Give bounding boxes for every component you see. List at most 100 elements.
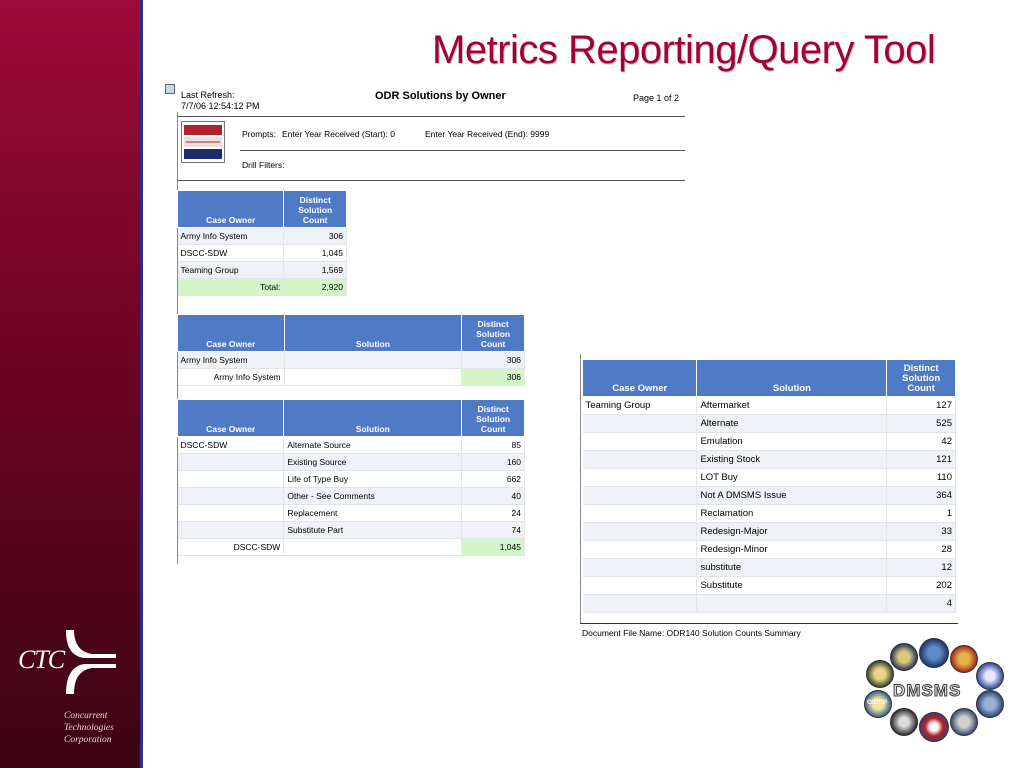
case-owner-cell: Teaming Group <box>177 261 285 279</box>
army-table: Case Owner Solution Distinct Solution Co… <box>177 314 525 386</box>
solution-cell: Alternate <box>696 414 888 433</box>
last-refresh-label: Last Refresh: <box>181 90 235 100</box>
ctc-logo-text: CTC <box>18 645 65 674</box>
table-row: Reclamation 1 <box>582 504 956 523</box>
table-row: Emulation 42 <box>582 432 956 451</box>
subtotal-value: 1,045 <box>461 538 525 556</box>
case-owner-cell: DSCC-SDW <box>177 244 285 262</box>
gidep-seal-icon: GIDEP <box>864 690 892 718</box>
count-cell: 306 <box>283 227 347 245</box>
solution-cell: Reclamation <box>696 504 888 523</box>
subtotal-row: DSCC-SDW 1,045 <box>177 538 525 556</box>
count-cell: 1,045 <box>283 244 347 262</box>
col-case-owner: Case Owner <box>581 359 698 397</box>
teaming-table: Case Owner Solution Distinct Solution Co… <box>581 359 956 613</box>
expand-icon[interactable] <box>165 84 175 94</box>
count-cell: 525 <box>886 414 956 433</box>
table-row: Not A DMSMS Issue 364 <box>582 486 956 505</box>
table-row: substitute 12 <box>582 558 956 577</box>
case-owner-cell <box>582 414 698 433</box>
solution-cell: Not A DMSMS Issue <box>696 486 888 505</box>
dmsms-banner-text: DMSMS <box>892 681 962 701</box>
table-row: Other - See Comments 40 <box>177 487 525 505</box>
case-owner-cell <box>582 450 698 469</box>
company-name-line3: Corporation <box>64 735 112 745</box>
prompts-row: Prompts: Enter Year Received (Start): 0 En… <box>242 129 579 139</box>
col-distinct-count: Distinct Solution Count <box>461 314 525 352</box>
count-cell: 85 <box>461 436 525 454</box>
total-label: Total: <box>177 278 285 296</box>
solution-cell: LOT Buy <box>696 468 888 487</box>
solution-cell: Other - See Comments <box>283 487 463 505</box>
slide-title: Metrics Reporting/Query Tool <box>432 28 936 72</box>
case-owner-cell <box>582 522 698 541</box>
navy-seal-icon <box>890 643 918 671</box>
count-cell: 4 <box>886 594 956 613</box>
table-row: Redesign-Minor 28 <box>582 540 956 559</box>
case-owner-cell <box>582 558 698 577</box>
count-cell: 33 <box>886 522 956 541</box>
count-cell: 74 <box>461 521 525 539</box>
army-seal-icon <box>866 660 894 688</box>
document-file-name: Document File Name: ODR140 Solution Coun… <box>582 628 801 638</box>
dmsms-report-logo <box>181 121 225 163</box>
col-case-owner: Case Owner <box>176 399 285 437</box>
case-owner-cell <box>582 594 698 613</box>
subtotal-label: Army Info System <box>177 368 285 386</box>
prompt-start-year: Enter Year Received (Start): 0 <box>282 129 395 139</box>
count-cell: 24 <box>461 504 525 522</box>
summary-header-row: Case Owner Distinct Solution Count <box>176 190 347 228</box>
col-distinct-count: Distinct Solution Count <box>283 190 347 228</box>
coastguard-seal-icon <box>919 712 949 742</box>
table-row: DSCC-SDW Alternate Source 85 <box>177 436 525 454</box>
case-owner-cell: Teaming Group <box>582 396 698 415</box>
total-row: Total: 2,920 <box>177 278 347 296</box>
army-header-row: Case Owner Solution Distinct Solution Co… <box>177 314 525 352</box>
marines-seal-icon <box>950 645 978 673</box>
solution-cell: Existing Stock <box>696 450 888 469</box>
col-distinct-count: Distinct Solution Count <box>461 399 525 437</box>
case-owner-cell <box>582 540 698 559</box>
filters-rule <box>177 180 685 181</box>
col-case-owner: Case Owner <box>176 190 285 228</box>
case-owner-cell: DSCC-SDW <box>177 436 285 454</box>
company-name-line1: Concurrent <box>64 711 108 721</box>
solution-cell: Life of Type Buy <box>283 470 463 488</box>
subtotal-label: DSCC-SDW <box>177 538 285 556</box>
header-rule <box>177 116 685 117</box>
dscc-table: Case Owner Solution Distinct Solution Co… <box>176 399 525 556</box>
case-owner-cell <box>177 470 285 488</box>
nasa-seal-icon <box>976 690 1004 718</box>
dla-seal-icon <box>950 708 978 736</box>
count-cell: 1 <box>886 504 956 523</box>
summary-table: Case Owner Distinct Solution Count Army … <box>176 190 347 296</box>
case-owner-cell <box>582 576 698 595</box>
subtotal-spacer <box>283 538 463 556</box>
table-row: Replacement 24 <box>177 504 525 522</box>
case-owner-cell <box>177 504 285 522</box>
subtotal-spacer <box>284 368 463 386</box>
table-row: LOT Buy 110 <box>582 468 956 487</box>
dscc-header-row: Case Owner Solution Distinct Solution Co… <box>176 399 525 437</box>
count-cell: 202 <box>886 576 956 595</box>
col-solution: Solution <box>696 359 888 397</box>
table-row: Teaming Group 1,569 <box>177 261 347 279</box>
count-cell: 306 <box>461 351 525 369</box>
total-value: 2,920 <box>283 278 347 296</box>
col-distinct-count: Distinct Solution Count <box>886 359 956 397</box>
subtotal-row: Army Info System 306 <box>177 368 525 386</box>
page-indicator: Page 1 of 2 <box>633 93 680 103</box>
col-case-owner: Case Owner <box>177 314 285 352</box>
count-cell: 28 <box>886 540 956 559</box>
solution-cell: Substitute Part <box>283 521 463 539</box>
case-owner-cell: Army Info System <box>177 227 285 245</box>
solution-cell: Emulation <box>696 432 888 451</box>
ctc-logo-icon <box>66 630 116 694</box>
solution-cell: Redesign-Minor <box>696 540 888 559</box>
table-row: Redesign-Major 33 <box>582 522 956 541</box>
solution-cell: Existing Source <box>283 453 463 471</box>
count-cell: 121 <box>886 450 956 469</box>
last-refresh-value: 7/7/06 12:54:12 PM <box>181 101 260 111</box>
solution-cell: substitute <box>696 558 888 577</box>
prompts-rule <box>240 150 685 151</box>
